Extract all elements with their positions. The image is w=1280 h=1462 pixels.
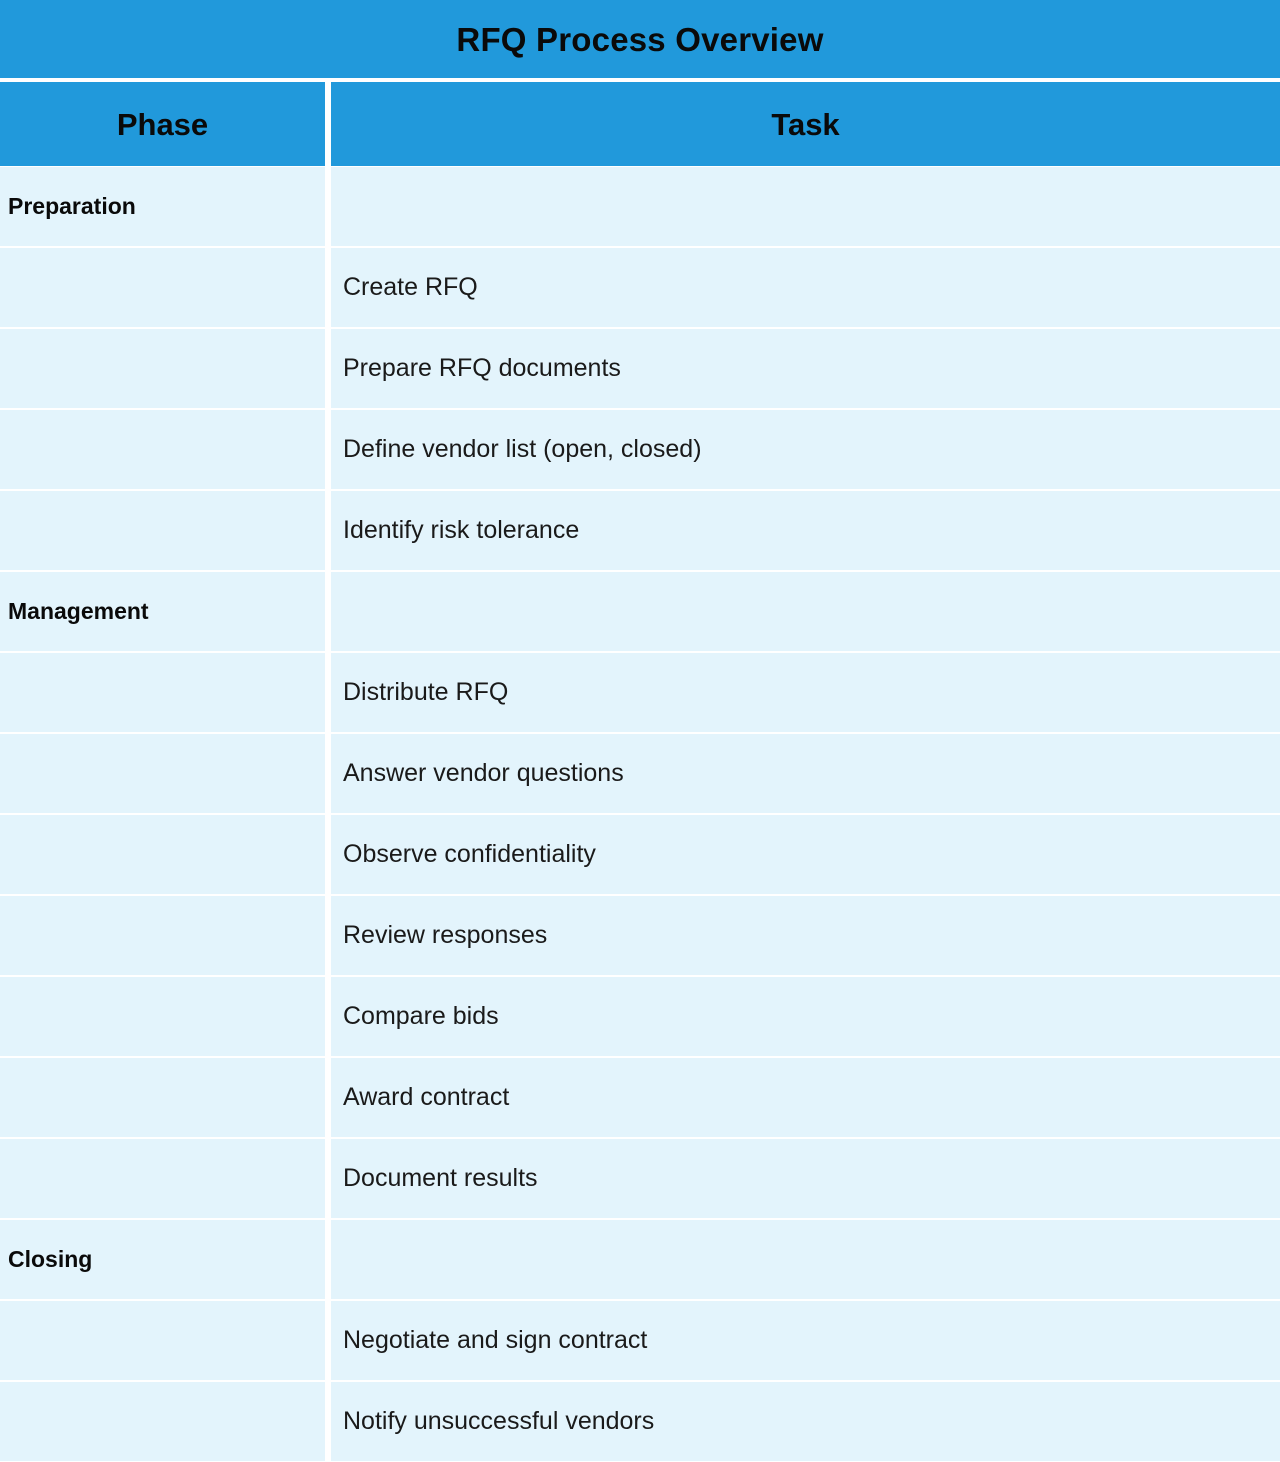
page-title: RFQ Process Overview [456, 20, 824, 58]
table-row: Define vendor list (open, closed) [0, 409, 1280, 490]
phase-cell [0, 410, 325, 489]
task-cell: Observe confidentiality [331, 815, 1280, 894]
task-cell: Compare bids [331, 977, 1280, 1056]
task-cell [331, 167, 1280, 246]
phase-cell [0, 734, 325, 813]
table-header-row: Phase Task [0, 82, 1280, 166]
phase-cell [0, 1301, 325, 1380]
table-row: Closing [0, 1219, 1280, 1300]
phase-cell [0, 977, 325, 1056]
task-cell: Identify risk tolerance [331, 491, 1280, 570]
task-cell: Answer vendor questions [331, 734, 1280, 813]
table-row: Notify unsuccessful vendors [0, 1381, 1280, 1462]
task-label: Identify risk tolerance [343, 515, 580, 544]
table-row: Compare bids [0, 976, 1280, 1057]
column-header-task-label: Task [771, 106, 840, 142]
table-body: Preparation Create RFQ Prepare RFQ documen… [0, 166, 1280, 1462]
phase-label: Closing [8, 1245, 93, 1272]
phase-cell [0, 1139, 325, 1218]
table-row: Preparation [0, 166, 1280, 247]
task-label: Compare bids [343, 1001, 499, 1030]
task-label: Negotiate and sign contract [343, 1325, 648, 1354]
phase-cell: Preparation [0, 167, 325, 246]
phase-cell: Management [0, 572, 325, 651]
task-cell: Document results [331, 1139, 1280, 1218]
table-row: Create RFQ [0, 247, 1280, 328]
task-cell: Distribute RFQ [331, 653, 1280, 732]
task-cell: Award contract [331, 1058, 1280, 1137]
phase-cell [0, 815, 325, 894]
task-label: Review responses [343, 920, 548, 949]
task-label: Document results [343, 1163, 538, 1192]
task-cell: Prepare RFQ documents [331, 329, 1280, 408]
phase-cell [0, 491, 325, 570]
table-row: Review responses [0, 895, 1280, 976]
task-label: Notify unsuccessful vendors [343, 1406, 655, 1435]
table-row: Document results [0, 1138, 1280, 1219]
table-title-band: RFQ Process Overview [0, 0, 1280, 78]
phase-label: Preparation [8, 192, 136, 219]
phase-label: Management [8, 597, 149, 624]
task-label: Define vendor list (open, closed) [343, 434, 702, 463]
table-row: Negotiate and sign contract [0, 1300, 1280, 1381]
task-label: Observe confidentiality [343, 839, 596, 868]
column-header-phase-label: Phase [116, 106, 209, 142]
table-row: Prepare RFQ documents [0, 328, 1280, 409]
phase-cell [0, 896, 325, 975]
task-cell: Notify unsuccessful vendors [331, 1382, 1280, 1461]
column-header-task: Task [331, 82, 1280, 166]
phase-cell [0, 1382, 325, 1461]
table-row: Identify risk tolerance [0, 490, 1280, 571]
phase-cell [0, 1058, 325, 1137]
task-label: Prepare RFQ documents [343, 353, 621, 382]
phase-cell: Closing [0, 1220, 325, 1299]
rfq-process-table: RFQ Process Overview Phase Task Preparat… [0, 0, 1280, 1462]
task-cell: Negotiate and sign contract [331, 1301, 1280, 1380]
task-cell: Review responses [331, 896, 1280, 975]
phase-cell [0, 329, 325, 408]
table-row: Observe confidentiality [0, 814, 1280, 895]
table-row: Award contract [0, 1057, 1280, 1138]
task-label: Answer vendor questions [343, 758, 624, 787]
column-header-phase: Phase [0, 82, 325, 166]
task-label: Distribute RFQ [343, 677, 509, 706]
task-cell [331, 1220, 1280, 1299]
table-row: Distribute RFQ [0, 652, 1280, 733]
phase-cell [0, 653, 325, 732]
task-cell: Define vendor list (open, closed) [331, 410, 1280, 489]
table-row: Answer vendor questions [0, 733, 1280, 814]
task-label: Award contract [343, 1082, 510, 1111]
task-cell: Create RFQ [331, 248, 1280, 327]
phase-cell [0, 248, 325, 327]
table-row: Management [0, 571, 1280, 652]
task-label: Create RFQ [343, 272, 478, 301]
task-cell [331, 572, 1280, 651]
